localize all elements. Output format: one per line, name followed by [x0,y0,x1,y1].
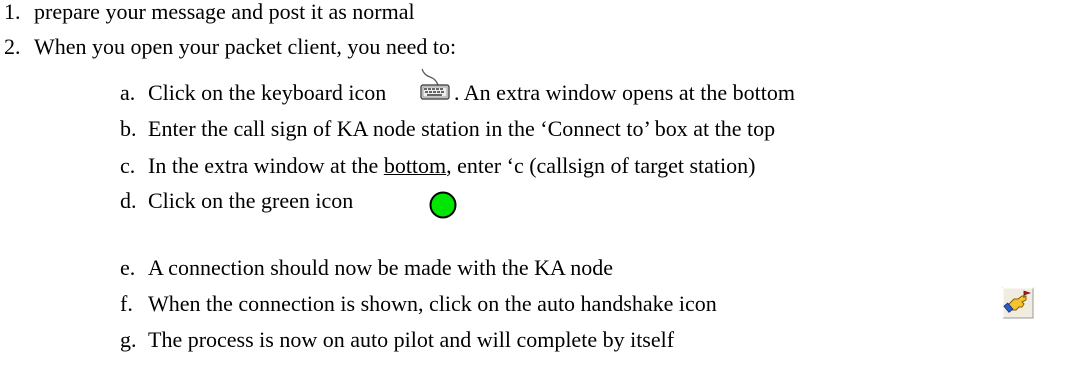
list-marker: 2. [4,34,21,59]
text-segment: , enter ‘c (callsign of target station) [446,153,756,178]
sub-list-item-text: A connection should now be made with the… [148,255,613,280]
keyboard-icon [418,67,452,103]
green-circle-icon [428,190,458,220]
sub-list-item-text: In the extra window at the bottom, enter… [148,155,755,177]
list-item-text: prepare your message and post it as norm… [34,0,415,24]
sub-list-marker: d. [120,188,137,213]
sub-list-marker: b. [120,116,137,141]
sub-list-marker: c. [120,153,136,178]
sub-list-item-text: Click on the keyboard icon [148,80,387,105]
text-segment: In the extra window at the [148,153,384,178]
sub-list-item-text: When the connection is shown, click on t… [148,291,717,316]
sub-list-marker: g. [120,327,137,352]
sub-list-marker: e. [120,255,136,280]
sub-list-item-text: . An extra window opens at the bottom [454,80,795,105]
sub-list-item-text: Enter the call sign of KA node station i… [148,116,776,141]
sub-list-marker: f. [120,291,133,316]
underlined-word: bottom [383,153,447,178]
sub-list-marker: a. [120,80,136,105]
auto-handshake-icon [1002,287,1034,319]
sub-list-item-text: The process is now on auto pilot and wil… [148,327,675,352]
list-item-text: When you open your packet client, you ne… [34,34,457,59]
list-marker: 1. [4,0,21,24]
sub-list-item-text: Click on the green icon [148,188,354,213]
